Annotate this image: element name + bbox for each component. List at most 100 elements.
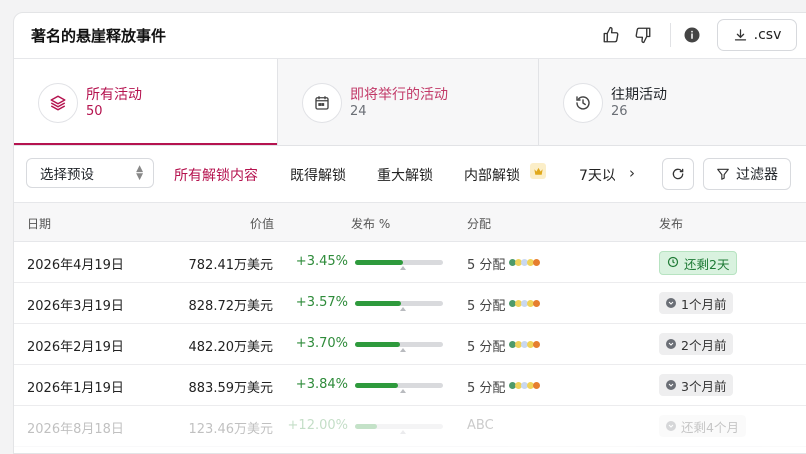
filter-major-unlocks[interactable]: 重大解锁 [377, 165, 433, 185]
progress-marker [400, 307, 406, 311]
tab-count: 50 [86, 104, 103, 119]
row-allocation: 5 分配 [467, 381, 506, 396]
col-allocation[interactable]: 分配 [467, 215, 491, 232]
row-allocation: 5 分配 [467, 340, 506, 355]
preset-value: 选择预设 [40, 167, 94, 183]
filter-insider-unlocks[interactable]: 内部解锁 [464, 165, 520, 185]
row-value: 482.20万美元 [188, 340, 274, 355]
status-text: 1个月前 [681, 296, 727, 312]
allocation-dots [509, 300, 543, 308]
tab-label: 所有活动 [86, 87, 142, 103]
row-value: 828.72万美元 [188, 299, 274, 314]
allocation-dot [533, 259, 540, 266]
row-release-pct: +3.84% [295, 377, 348, 392]
release-progress-bar [355, 424, 443, 434]
tab-count: 24 [350, 104, 367, 119]
allocation-dots [509, 423, 543, 431]
release-progress-fill [355, 424, 377, 429]
tab-count: 26 [611, 104, 628, 119]
col-value[interactable]: 价值 [250, 215, 274, 232]
row-date: 2026年4月19日 [27, 258, 124, 273]
tab-label: 往期活动 [611, 87, 667, 103]
tab-all-events[interactable]: 所有活动 50 [14, 59, 277, 145]
col-release[interactable]: 发布 [659, 215, 683, 232]
tab-past-events[interactable]: 往期活动 26 [538, 59, 806, 145]
calendar-icon [302, 83, 342, 123]
chevron-down-circle-icon [666, 339, 676, 349]
filter-button[interactable]: 过滤器 [703, 158, 791, 190]
table-row[interactable]: 2026年2月19日 482.20万美元 +3.70% 5 分配 2个月前 [14, 324, 806, 365]
row-release-pct: +3.45% [295, 254, 348, 269]
row-value: 782.41万美元 [188, 258, 274, 273]
row-date: 2026年3月19日 [27, 299, 124, 314]
filter-vested-unlocks[interactable]: 既得解锁 [290, 165, 346, 185]
release-progress-fill [355, 301, 401, 306]
table-row[interactable]: 2026年3月19日 828.72万美元 +3.57% 5 分配 1个月前 [14, 283, 806, 324]
unlock-events-card: 著名的悬崖释放事件 .csv 所有活动 50 即将举行的活动 24 往期活动 2… [13, 12, 806, 454]
row-value: 883.59万美元 [188, 381, 274, 396]
release-progress-fill [355, 342, 400, 347]
row-value: 123.46万美元 [188, 422, 274, 437]
history-icon [563, 83, 603, 123]
allocation-dot [533, 300, 540, 307]
crown-icon [530, 163, 546, 179]
layers-icon [38, 83, 78, 123]
chevron-down-circle-icon [666, 380, 676, 390]
filter-button-label: 过滤器 [736, 167, 778, 183]
allocation-dots [509, 382, 543, 390]
thumbs-up-icon[interactable] [599, 23, 623, 47]
table-row[interactable]: 2026年4月19日 782.41万美元 +3.45% 5 分配 还剩2天 [14, 242, 806, 283]
chevron-right-icon[interactable]: › [629, 164, 635, 182]
release-progress-bar [355, 342, 443, 352]
tab-label: 即将举行的活动 [350, 87, 448, 103]
progress-marker [400, 430, 406, 434]
release-status-badge: 还剩4个月 [659, 415, 746, 437]
allocation-dots [509, 341, 543, 349]
status-text: 2个月前 [681, 337, 727, 353]
row-release-pct: +3.57% [295, 295, 348, 310]
release-progress-bar [355, 301, 443, 311]
progress-marker [400, 348, 406, 352]
card-header: 著名的悬崖释放事件 .csv [14, 13, 806, 59]
allocation-dots [509, 259, 543, 267]
download-icon [734, 28, 746, 40]
event-tabs: 所有活动 50 即将举行的活动 24 往期活动 26 [14, 59, 806, 146]
status-text: 还剩2天 [684, 256, 730, 272]
col-date[interactable]: 日期 [27, 215, 51, 232]
row-release-pct: +3.70% [295, 336, 348, 351]
card-title: 著名的悬崖释放事件 [31, 27, 167, 45]
status-text: 还剩4个月 [681, 419, 739, 435]
row-date: 2026年2月19日 [27, 340, 124, 355]
release-progress-bar [355, 260, 443, 270]
release-status-badge: 3个月前 [659, 374, 734, 396]
preset-select[interactable]: 选择预设 ▲ ▼ [26, 158, 154, 188]
release-status-badge: 还剩2天 [659, 251, 738, 275]
release-progress-fill [355, 383, 398, 388]
download-csv-button[interactable]: .csv [717, 19, 797, 51]
tab-upcoming-events[interactable]: 即将举行的活动 24 [277, 59, 539, 145]
info-icon[interactable] [680, 23, 704, 47]
filter-7-days[interactable]: 7天以 [579, 165, 615, 185]
table-row[interactable]: 2026年1月19日 883.59万美元 +3.84% 5 分配 3个月前 [14, 365, 806, 406]
row-date: 2026年8月18日 [27, 422, 124, 437]
csv-label: .csv [753, 27, 782, 43]
chevron-down-circle-icon [666, 421, 676, 431]
status-text: 3个月前 [681, 378, 727, 394]
row-allocation: 5 分配 [467, 299, 506, 314]
row-allocation: ABC [467, 418, 494, 433]
filter-toolbar: 选择预设 ▲ ▼ 所有解锁内容 既得解锁 重大解锁 内部解锁 7天以 › 过滤器 [14, 146, 806, 203]
col-release-pct[interactable]: 发布 % [351, 215, 390, 232]
table-header: 日期 价值 发布 % 分配 发布 [14, 203, 806, 242]
chevron-down-circle-icon [666, 298, 676, 308]
header-divider [670, 23, 671, 47]
funnel-icon [717, 168, 729, 180]
table-row[interactable]: 2026年8月18日 123.46万美元 +12.00% ABC 还剩4个月 [14, 406, 806, 447]
progress-marker [400, 389, 406, 393]
refresh-button[interactable] [662, 158, 694, 190]
row-date: 2026年1月19日 [27, 381, 124, 396]
row-allocation: 5 分配 [467, 258, 506, 273]
release-status-badge: 1个月前 [659, 292, 734, 314]
thumbs-down-icon[interactable] [631, 23, 655, 47]
allocation-dot [533, 341, 540, 348]
filter-all-unlocks[interactable]: 所有解锁内容 [174, 165, 258, 185]
